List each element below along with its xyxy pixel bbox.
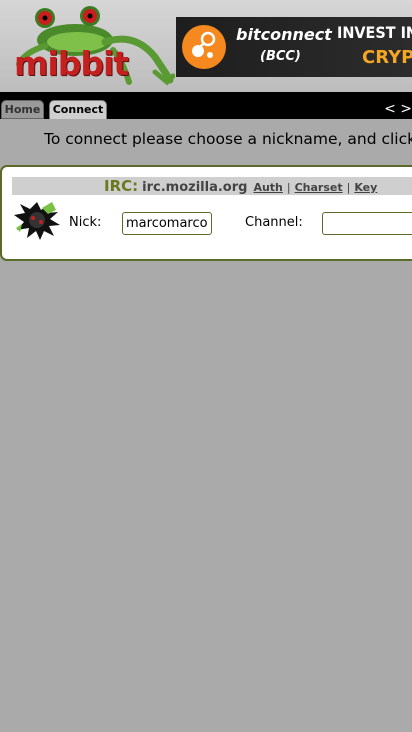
channel-label: Channel: bbox=[245, 215, 303, 230]
charset-link[interactable]: Charset bbox=[295, 181, 343, 194]
auth-link[interactable]: Auth bbox=[253, 181, 282, 194]
separator: | bbox=[286, 181, 291, 194]
bitconnect-logo-icon bbox=[182, 25, 226, 69]
ad-brand-sub: (BCC) bbox=[260, 49, 301, 64]
ad-headline-2: CRYPT bbox=[362, 47, 412, 68]
network-splat-icon bbox=[12, 198, 62, 242]
nick-label: Nick: bbox=[69, 215, 102, 230]
advertisement-banner[interactable]: bitconnect (BCC) INVEST INN CRYPT bbox=[176, 17, 412, 77]
separator: | bbox=[346, 181, 351, 194]
header: mibbit bitconnect (BCC) INVEST INN CRYPT bbox=[0, 0, 412, 92]
logo-text: mibbit bbox=[14, 44, 129, 83]
tab-bar: Home Connect < > bbox=[0, 92, 412, 119]
connect-instructions: To connect please choose a nickname, and… bbox=[44, 130, 412, 148]
channel-input[interactable] bbox=[322, 212, 412, 235]
server-bar: IRC: irc.mozilla.org Auth | Charset | Key bbox=[12, 177, 412, 195]
tab-scroll-arrows[interactable]: < > bbox=[384, 101, 412, 118]
key-link[interactable]: Key bbox=[354, 181, 377, 194]
irc-label: IRC: bbox=[104, 177, 139, 195]
ad-brand: bitconnect bbox=[236, 25, 332, 44]
server-name: irc.mozilla.org bbox=[142, 180, 248, 195]
nick-input[interactable]: marcomarco bbox=[122, 212, 212, 235]
mibbit-logo[interactable]: mibbit bbox=[5, 2, 175, 88]
ad-headline: INVEST INN bbox=[337, 23, 412, 42]
tab-connect[interactable]: Connect bbox=[49, 100, 107, 119]
tab-home[interactable]: Home bbox=[1, 100, 44, 119]
